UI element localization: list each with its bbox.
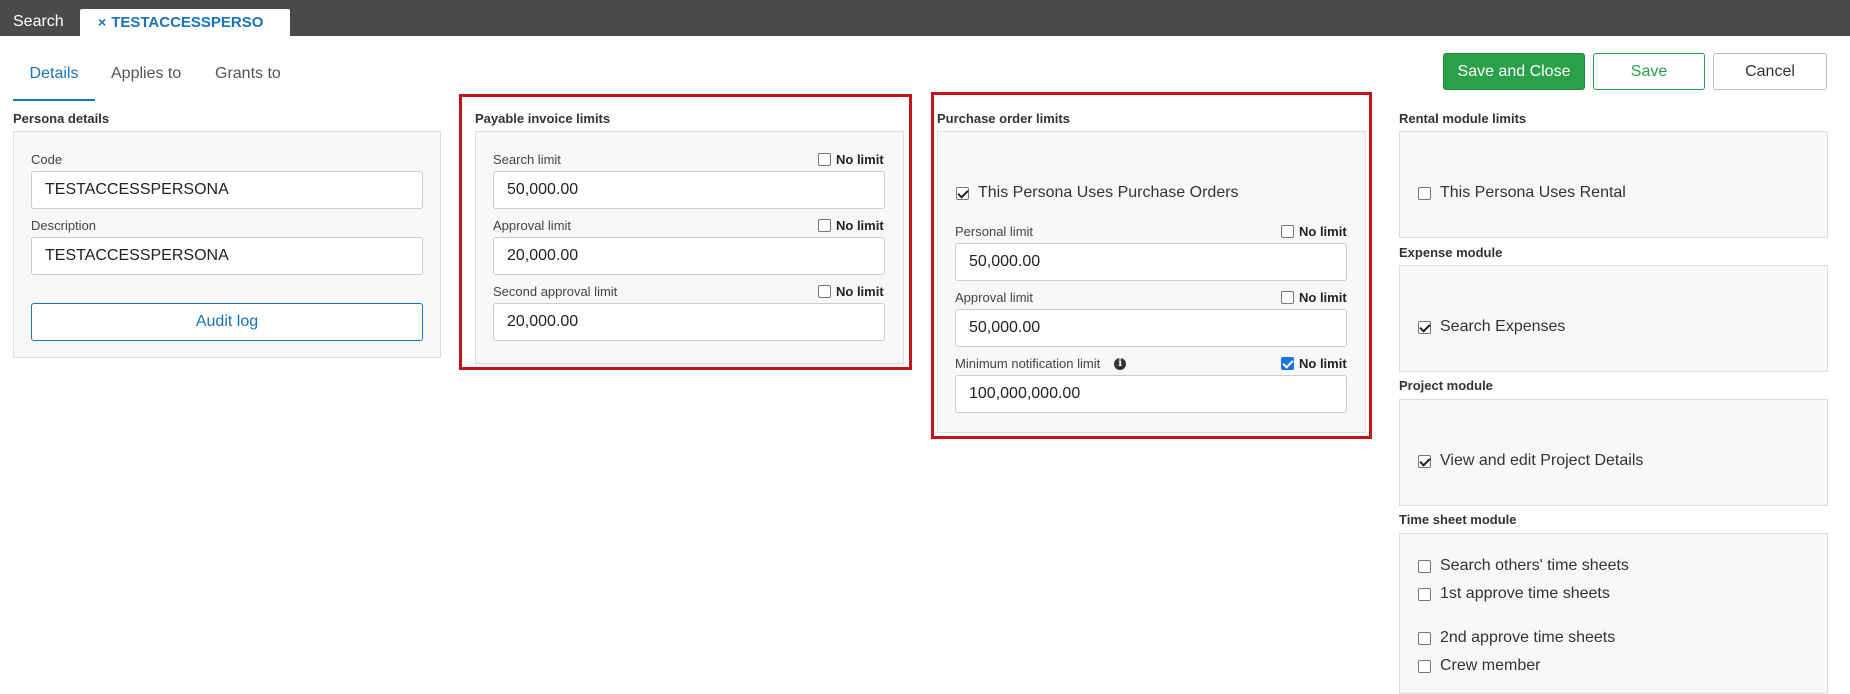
first-approve-timesheets-checkbox[interactable]: 1st approve time sheets [1418,585,1610,603]
po-approval-limit-label: Approval limit [955,290,1034,305]
personal-limit-field[interactable]: 50,000.00 [955,243,1347,281]
info-icon[interactable]: i [1114,357,1127,370]
project-module-title: Project module [1399,378,1493,393]
second-approval-no-limit[interactable]: No limit [818,284,884,299]
search-expenses-label: Search Expenses [1440,318,1566,335]
checkbox[interactable] [1418,186,1431,200]
uses-purchase-orders-checkbox[interactable]: This Persona Uses Purchase Orders [956,184,1239,202]
no-limit-checkbox-checked[interactable] [1281,357,1294,370]
no-limit-label: No limit [836,152,884,167]
tab-details[interactable]: Details [13,54,95,101]
min-notification-field[interactable]: 100,000,000.00 [955,375,1347,413]
uses-rental-checkbox[interactable]: This Persona Uses Rental [1418,184,1626,202]
min-notification-text: Minimum notification limit [955,356,1101,371]
po-approval-no-limit[interactable]: No limit [1281,290,1347,305]
uses-rental-label: This Persona Uses Rental [1440,184,1626,201]
code-label: Code [31,152,63,167]
description-label: Description [31,218,97,233]
min-notification-no-limit[interactable]: No limit [1281,356,1347,371]
approval-limit-no-limit[interactable]: No limit [818,218,884,233]
checkbox-checked[interactable] [956,186,969,200]
purchase-order-title: Purchase order limits [937,111,1070,126]
view-edit-project-checkbox[interactable]: View and edit Project Details [1418,452,1643,470]
search-limit-label: Search limit [493,152,561,167]
no-limit-checkbox[interactable] [1281,225,1294,238]
payable-invoice-title: Payable invoice limits [475,111,611,126]
timesheet-module-title: Time sheet module [1399,512,1517,527]
top-bar: Search × TESTACCESSPERSO [0,0,1850,36]
document-tab-label: TESTACCESSPERSO [111,14,264,31]
crew-member-checkbox[interactable]: Crew member [1418,657,1540,675]
cancel-button[interactable]: Cancel [1713,53,1827,90]
close-icon[interactable]: × [98,14,106,30]
no-limit-label: No limit [836,284,884,299]
no-limit-checkbox[interactable] [818,153,831,166]
search-tab[interactable]: Search [0,0,77,36]
uses-purchase-orders-label: This Persona Uses Purchase Orders [978,184,1239,201]
no-limit-label: No limit [836,218,884,233]
first-approve-timesheets-label: 1st approve time sheets [1440,585,1610,602]
personal-limit-label: Personal limit [955,224,1034,239]
persona-details-title: Persona details [13,111,110,126]
checkbox[interactable] [1418,587,1431,601]
second-approval-limit-field[interactable]: 20,000.00 [493,303,885,341]
rental-module-title: Rental module limits [1399,111,1527,126]
save-and-close-button[interactable]: Save and Close [1443,53,1585,90]
search-limit-no-limit[interactable]: No limit [818,152,884,167]
view-edit-project-label: View and edit Project Details [1440,452,1644,469]
personal-limit-no-limit[interactable]: No limit [1281,224,1347,239]
no-limit-checkbox[interactable] [1281,291,1294,304]
no-limit-label: No limit [1299,224,1347,239]
description-field[interactable]: TESTACCESSPERSONA [31,237,423,275]
tab-applies-to[interactable]: Applies to [111,54,181,101]
document-tab[interactable]: × TESTACCESSPERSO [80,9,290,36]
second-approve-timesheets-label: 2nd approve time sheets [1440,629,1616,646]
save-button[interactable]: Save [1593,53,1705,90]
search-others-timesheets-label: Search others' time sheets [1440,557,1629,574]
second-approve-timesheets-checkbox[interactable]: 2nd approve time sheets [1418,629,1615,647]
no-limit-label: No limit [1299,356,1347,371]
crew-member-label: Crew member [1440,657,1541,674]
checkbox[interactable] [1418,559,1431,573]
code-field[interactable]: TESTACCESSPERSONA [31,171,423,209]
checkbox-checked[interactable] [1418,454,1431,468]
second-approval-limit-label: Second approval limit [493,284,618,299]
no-limit-checkbox[interactable] [818,285,831,298]
checkbox-checked[interactable] [1418,320,1431,334]
checkbox[interactable] [1418,659,1431,673]
search-others-timesheets-checkbox[interactable]: Search others' time sheets [1418,557,1629,575]
search-expenses-checkbox[interactable]: Search Expenses [1418,318,1565,336]
audit-log-button[interactable]: Audit log [31,303,423,341]
approval-limit-field[interactable]: 20,000.00 [493,237,885,275]
checkbox[interactable] [1418,631,1431,645]
approval-limit-label: Approval limit [493,218,572,233]
no-limit-checkbox[interactable] [818,219,831,232]
search-limit-field[interactable]: 50,000.00 [493,171,885,209]
no-limit-label: No limit [1299,290,1347,305]
min-notification-label: Minimum notification limit i [955,356,1127,371]
po-approval-limit-field[interactable]: 50,000.00 [955,309,1347,347]
tab-grants-to[interactable]: Grants to [215,54,281,101]
expense-module-title: Expense module [1399,245,1503,260]
